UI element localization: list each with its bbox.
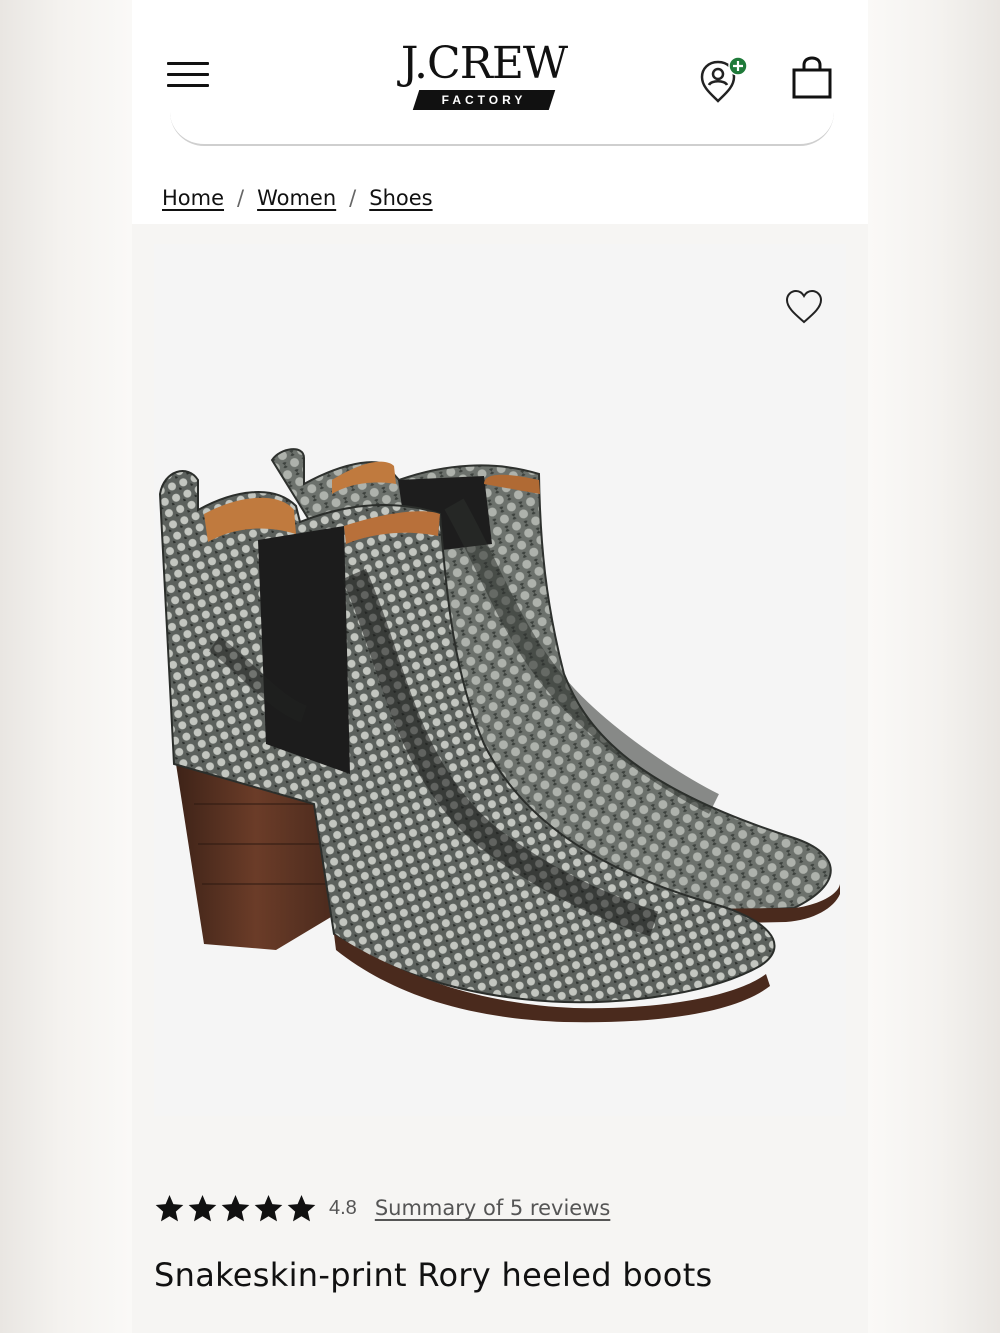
menu-line bbox=[167, 62, 209, 65]
product-image[interactable] bbox=[154, 244, 846, 1116]
menu-line bbox=[167, 84, 209, 87]
star-icon bbox=[188, 1194, 217, 1221]
star-rating bbox=[154, 1193, 317, 1224]
logo-wordmark: J.CREW bbox=[400, 38, 568, 89]
menu-line bbox=[167, 73, 209, 76]
breadcrumb-shoes[interactable]: Shoes bbox=[369, 186, 432, 210]
page: J.CREW FACTORY Home / Women / Shoes 4.8 … bbox=[132, 0, 868, 1333]
star-icon bbox=[254, 1194, 283, 1221]
reviews-summary-link[interactable]: Summary of 5 reviews bbox=[375, 1196, 611, 1220]
shopping-bag-icon bbox=[792, 56, 832, 99]
search-bar-edge[interactable] bbox=[170, 112, 834, 146]
rating-row: 4.8 Summary of 5 reviews bbox=[154, 1188, 610, 1228]
heart-outline-icon bbox=[785, 289, 823, 324]
breadcrumb-separator: / bbox=[349, 186, 357, 210]
brand-logo[interactable]: J.CREW FACTORY bbox=[392, 40, 576, 114]
star-icon bbox=[221, 1194, 250, 1221]
product-photo bbox=[158, 448, 840, 1023]
shopping-bag-button[interactable] bbox=[790, 56, 834, 100]
rating-value: 4.8 bbox=[329, 1196, 357, 1219]
product-section: 4.8 Summary of 5 reviews Snakeskin-print… bbox=[132, 224, 868, 1333]
product-title: Snakeskin-print Rory heeled boots bbox=[154, 1256, 713, 1294]
rewards-add-icon bbox=[700, 56, 748, 103]
breadcrumb: Home / Women / Shoes bbox=[162, 180, 433, 216]
breadcrumb-women[interactable]: Women bbox=[257, 186, 336, 210]
star-icon bbox=[287, 1194, 316, 1221]
breadcrumb-home[interactable]: Home bbox=[162, 186, 224, 210]
site-header: J.CREW FACTORY bbox=[132, 0, 868, 146]
menu-button[interactable] bbox=[167, 60, 209, 90]
rewards-button[interactable] bbox=[698, 54, 752, 104]
breadcrumb-separator: / bbox=[237, 186, 245, 210]
logo-subtitle: FACTORY bbox=[441, 93, 527, 107]
wishlist-button[interactable] bbox=[784, 288, 824, 326]
star-icon bbox=[155, 1194, 184, 1221]
